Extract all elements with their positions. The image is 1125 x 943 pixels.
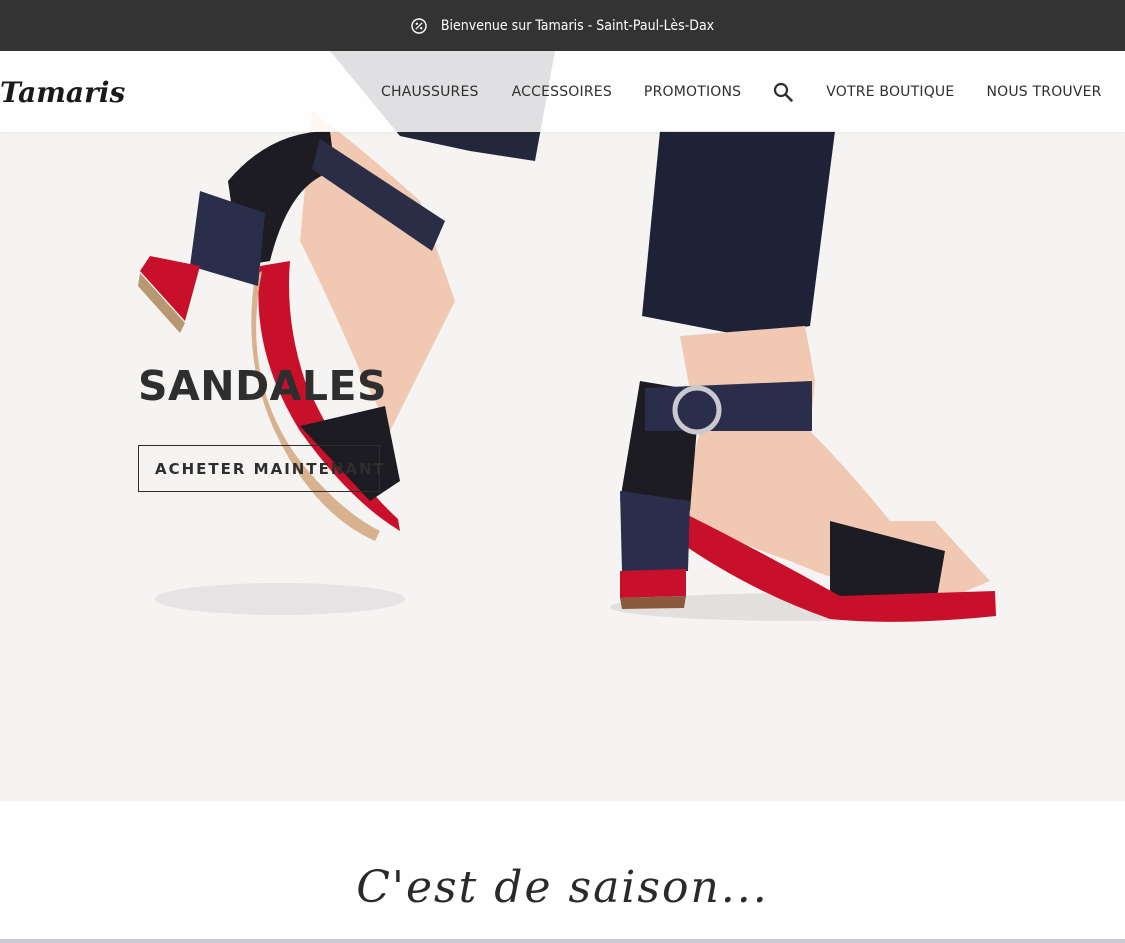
- nav-item-promotions[interactable]: PROMOTIONS: [644, 84, 741, 100]
- hero-title: SANDALES: [138, 362, 387, 410]
- hero-image: [0, 51, 1125, 801]
- nav-item-votre-boutique[interactable]: VOTRE BOUTIQUE: [826, 84, 954, 100]
- nav-item-nous-trouver[interactable]: NOUS TROUVER: [986, 84, 1101, 100]
- main-navbar: Tamaris CHAUSSURES ACCESSOIRES PROMOTION…: [0, 51, 1125, 132]
- nav-item-chaussures[interactable]: CHAUSSURES: [381, 84, 479, 100]
- shop-now-button[interactable]: ACHETER MAINTENANT: [138, 445, 384, 492]
- hero-banner[interactable]: [0, 51, 1125, 801]
- brand-logo[interactable]: Tamaris: [0, 75, 152, 109]
- primary-navigation: CHAUSSURES ACCESSOIRES PROMOTIONS VOTRE …: [381, 51, 1102, 132]
- nav-item-accessoires[interactable]: ACCESSOIRES: [512, 84, 612, 100]
- promo-message[interactable]: Bienvenue sur Tamaris - Saint-Paul-Lès-D…: [441, 18, 714, 34]
- search-icon[interactable]: [772, 81, 794, 103]
- svg-text:Tamaris: Tamaris: [0, 76, 125, 109]
- discount-badge-icon: [411, 17, 427, 34]
- section-divider: [0, 939, 1125, 943]
- promo-top-bar: Bienvenue sur Tamaris - Saint-Paul-Lès-D…: [0, 0, 1125, 51]
- section-title: C'est de saison...: [356, 862, 769, 913]
